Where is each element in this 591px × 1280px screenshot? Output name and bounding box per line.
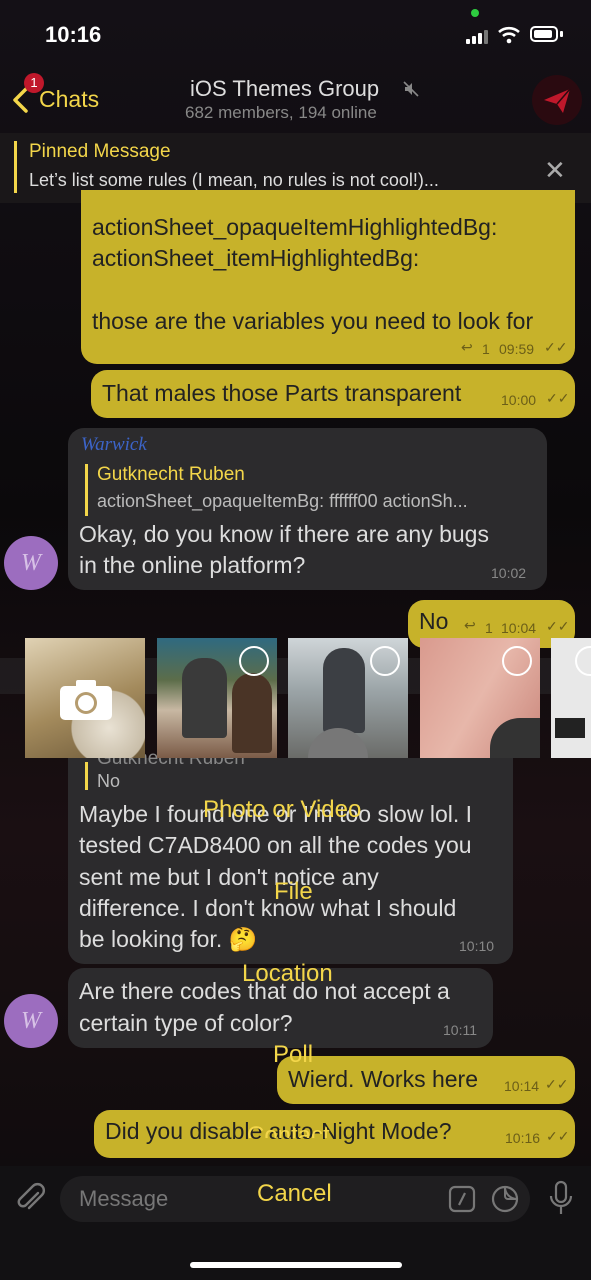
pinned-indicator — [14, 141, 17, 193]
select-circle[interactable] — [239, 646, 269, 676]
paperclip-icon[interactable] — [14, 1182, 48, 1216]
message-line: actionSheet_itemHighlightedBg: — [92, 245, 420, 271]
battery-cap — [560, 31, 563, 37]
muted-icon — [403, 81, 419, 97]
reply-count: 1 — [485, 620, 493, 636]
reply-name: Gutknecht Ruben — [97, 464, 245, 485]
incoming-message[interactable]: Gutknecht Ruben No Maybe I found one or … — [68, 748, 513, 964]
status-time: 10:16 — [45, 22, 102, 47]
reply-count: 1 — [482, 341, 490, 357]
cancel-button[interactable]: Cancel — [257, 1180, 332, 1208]
message-time: 10:11 — [443, 1022, 477, 1038]
outgoing-message[interactable]: actionSheet_opaqueItemHighlightedBg: act… — [81, 190, 575, 364]
message-time: 09:59 — [499, 341, 535, 357]
message-time: 10:10 — [459, 938, 495, 954]
message-placeholder: Message — [79, 1186, 169, 1211]
wifi-icon — [498, 26, 520, 44]
read-checkmarks-icon: ✓✓ — [546, 618, 570, 634]
photo-thumbnail[interactable] — [420, 638, 540, 758]
message-line: difference. I don't know what I should — [79, 895, 457, 921]
close-icon[interactable]: ✕ — [544, 155, 566, 186]
message-line: be looking for. 🤔 — [79, 926, 258, 952]
message-time: 10:14 — [504, 1078, 540, 1094]
pinned-text: Let’s list some rules (I mean, no rules … — [29, 170, 439, 190]
privacy-indicator — [471, 9, 479, 17]
paper-plane-icon — [544, 88, 571, 113]
incoming-message[interactable]: Warwick Gutknecht Ruben actionSheet_opaq… — [68, 428, 547, 590]
read-checkmarks-icon: ✓✓ — [546, 390, 570, 406]
avatar[interactable]: W — [4, 536, 58, 590]
message-time: 10:00 — [501, 392, 537, 408]
attach-location[interactable]: Location — [242, 960, 333, 988]
select-circle[interactable] — [370, 646, 400, 676]
back-button[interactable]: Chats — [39, 86, 99, 113]
message-time: 10:02 — [491, 565, 527, 581]
group-avatar[interactable] — [532, 75, 582, 125]
photo-thumbnail[interactable] — [551, 638, 591, 758]
message-line: in the online platform? — [79, 552, 306, 578]
outgoing-message[interactable]: That males those Parts transparent 10:00… — [91, 370, 575, 418]
message-line: those are the variables you need to look… — [92, 308, 534, 334]
attach-photo-video[interactable]: Photo or Video — [203, 796, 361, 824]
message-text: That males those Parts transparent — [102, 380, 462, 406]
message-text: No — [419, 608, 449, 634]
reply-text: actionSheet_opaqueItemBg: ffffff00 actio… — [97, 491, 468, 511]
select-circle[interactable] — [502, 646, 532, 676]
microphone-icon[interactable] — [548, 1180, 574, 1218]
read-checkmarks-icon: ✓✓ — [544, 339, 568, 355]
photo-thumbnail[interactable] — [288, 638, 408, 758]
avatar[interactable]: W — [4, 994, 58, 1048]
sticker-icon[interactable] — [490, 1184, 520, 1214]
message-line: Okay, do you know if there are any bugs — [79, 521, 489, 547]
outgoing-message[interactable]: Wierd. Works here 10:14 ✓✓ — [277, 1056, 575, 1104]
slash-command-icon[interactable] — [448, 1185, 476, 1213]
read-checkmarks-icon: ✓✓ — [546, 1128, 570, 1144]
read-checkmarks-icon: ✓✓ — [545, 1076, 569, 1092]
message-line: certain type of color? — [79, 1010, 293, 1036]
outgoing-message[interactable]: Did you disable auto-Night Mode? 10:16 ✓… — [94, 1110, 575, 1158]
camera-tile[interactable] — [25, 638, 145, 758]
reply-arrow-icon: ↩ — [461, 339, 473, 355]
battery-icon — [530, 26, 558, 42]
message-line: actionSheet_opaqueItemHighlightedBg: — [92, 214, 498, 240]
photo-thumbnail[interactable] — [157, 638, 277, 758]
message-text: Wierd. Works here — [288, 1066, 479, 1092]
reply-text: No — [97, 771, 121, 791]
message-time: 10:16 — [505, 1130, 541, 1146]
message-time: 10:04 — [501, 620, 537, 636]
chat-title[interactable]: iOS Themes Group — [190, 76, 379, 102]
attach-poll[interactable]: Poll — [273, 1041, 313, 1069]
home-indicator — [190, 1262, 402, 1268]
select-circle[interactable] — [575, 646, 591, 676]
message-line: sent me but I don't notice any — [79, 864, 379, 890]
cellular-signal-icon — [466, 28, 490, 44]
reply-quote-bar — [85, 464, 88, 516]
chat-subtitle: 682 members, 194 online — [185, 103, 377, 122]
reply-quote-bar — [85, 762, 88, 790]
message-line: tested C7AD8400 on all the codes you — [79, 832, 472, 858]
attach-file[interactable]: File — [274, 878, 313, 906]
reply-arrow-icon: ↩ — [464, 617, 476, 633]
camera-icon — [60, 680, 112, 720]
pinned-title: Pinned Message — [29, 141, 171, 162]
sender-name: Warwick — [81, 434, 147, 455]
